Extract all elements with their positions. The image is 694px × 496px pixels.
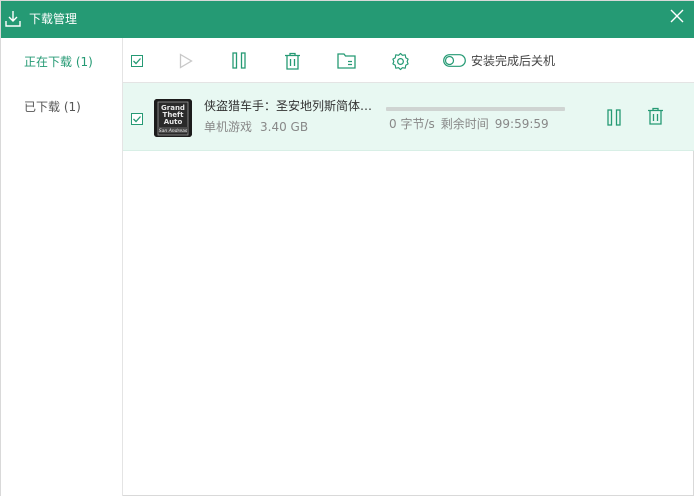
remaining-label: 剩余时间: [440, 117, 489, 131]
download-speed: 0 字节/s: [389, 117, 435, 131]
sidebar-item-downloaded[interactable]: 已下载 (1): [24, 100, 81, 114]
start-icon[interactable]: [179, 53, 193, 69]
row-pause-icon[interactable]: [607, 109, 621, 126]
download-status: 0 字节/s 剩余时间 99:59:59: [389, 117, 549, 132]
thumb-word-3: Auto: [164, 118, 183, 126]
download-row[interactable]: Grand Theft Auto San Andreas 侠盗猎车手：圣安地列斯…: [123, 83, 694, 151]
shutdown-toggle[interactable]: [443, 54, 466, 67]
title-bar: 下载管理: [1, 1, 694, 38]
pause-all-icon[interactable]: [232, 52, 246, 69]
download-meta: 单机游戏 3.40 GB: [204, 120, 308, 135]
sidebar: 正在下载 (1) 已下载 (1): [1, 38, 123, 496]
thumb-word-4: San Andreas: [159, 128, 188, 134]
delete-icon[interactable]: [284, 52, 301, 70]
window-title: 下载管理: [29, 12, 78, 26]
download-size: 3.40 GB: [260, 120, 309, 134]
shutdown-toggle-label[interactable]: 安装完成后关机: [471, 54, 555, 68]
gta-logo: Grand Theft Auto San Andreas: [154, 99, 192, 137]
download-icon: [5, 11, 21, 27]
download-category: 单机游戏: [204, 120, 253, 134]
toolbar: 安装完成后关机: [123, 38, 694, 83]
download-manager-window: 下载管理 正在下载 (1) 已下载 (1) 安装完成后关机 Grand Thef…: [0, 0, 694, 496]
settings-gear-icon[interactable]: [391, 52, 410, 71]
row-delete-icon[interactable]: [647, 107, 664, 125]
row-checkbox[interactable]: [131, 113, 143, 125]
select-all-checkbox[interactable]: [131, 55, 143, 67]
progress-bar: [386, 107, 565, 111]
close-icon[interactable]: [669, 8, 685, 24]
remaining-time: 99:59:59: [494, 117, 549, 131]
download-name: 侠盗猎车手：圣安地列斯简体…: [204, 99, 373, 113]
sidebar-item-downloading[interactable]: 正在下载 (1): [24, 55, 93, 69]
game-thumbnail: Grand Theft Auto San Andreas: [154, 99, 192, 137]
folder-icon[interactable]: [337, 53, 356, 69]
